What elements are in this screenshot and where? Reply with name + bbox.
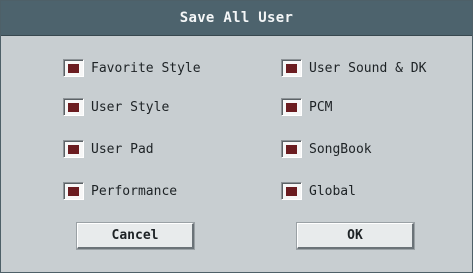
option-label: SongBook xyxy=(309,141,372,157)
checkbox[interactable] xyxy=(281,98,302,116)
option-pcm[interactable]: PCM xyxy=(281,95,332,119)
checkbox[interactable] xyxy=(63,182,84,200)
option-favorite-style[interactable]: Favorite Style xyxy=(63,56,201,80)
checkbox[interactable] xyxy=(281,182,302,200)
checkbox[interactable] xyxy=(63,98,84,116)
save-all-user-dialog: Save All User Favorite Style User Style … xyxy=(0,0,473,273)
checkbox[interactable] xyxy=(63,59,84,77)
option-user-style[interactable]: User Style xyxy=(63,95,169,119)
option-label: User Style xyxy=(91,99,170,115)
option-label: User Sound & DK xyxy=(309,60,427,76)
option-label: Favorite Style xyxy=(91,60,201,76)
dialog-title: Save All User xyxy=(179,10,294,26)
checked-mark xyxy=(68,186,79,196)
ok-button-label: OK xyxy=(347,228,363,243)
cancel-button-label: Cancel xyxy=(111,228,159,243)
option-label: Global xyxy=(309,183,356,199)
checkbox[interactable] xyxy=(281,59,302,77)
option-user-sound-dk[interactable]: User Sound & DK xyxy=(281,56,426,80)
option-label: Performance xyxy=(91,183,178,199)
checked-mark xyxy=(286,102,297,112)
option-global[interactable]: Global xyxy=(281,179,356,203)
checkbox[interactable] xyxy=(281,140,302,158)
checked-mark xyxy=(68,63,79,73)
ok-button[interactable]: OK xyxy=(296,222,415,250)
cancel-button[interactable]: Cancel xyxy=(76,222,195,250)
dialog-titlebar: Save All User xyxy=(1,1,472,36)
option-label: PCM xyxy=(309,99,333,115)
checked-mark xyxy=(68,102,79,112)
checked-mark xyxy=(68,144,79,154)
option-user-pad[interactable]: User Pad xyxy=(63,137,154,161)
checked-mark xyxy=(286,186,297,196)
checkbox[interactable] xyxy=(63,140,84,158)
checked-mark xyxy=(286,144,297,154)
option-label: User Pad xyxy=(91,141,154,157)
option-songbook[interactable]: SongBook xyxy=(281,137,372,161)
checked-mark xyxy=(286,63,297,73)
option-performance[interactable]: Performance xyxy=(63,179,177,203)
